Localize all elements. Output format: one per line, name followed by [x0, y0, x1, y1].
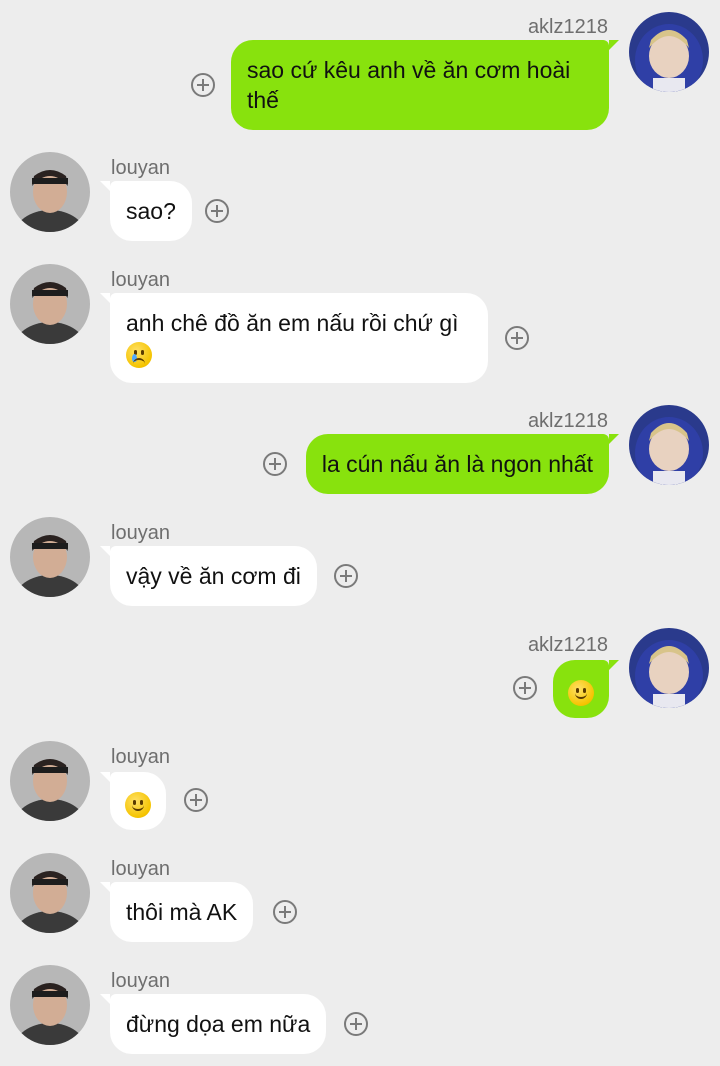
sender-name: louyan [111, 522, 170, 544]
message-text: vậy về ăn cơm đi [126, 563, 301, 589]
message-bubble[interactable]: vậy về ăn cơm đi [110, 546, 317, 606]
message-bubble[interactable]: sao cứ kêu anh về ăn cơm hoài thế [231, 40, 609, 130]
add-reaction-icon[interactable] [344, 1012, 368, 1036]
avatar[interactable] [10, 264, 90, 344]
message-bubble[interactable]: la cún nấu ăn là ngon nhất [305, 434, 609, 494]
bubble-tail [609, 40, 619, 50]
avatar[interactable] [10, 853, 90, 933]
bubble-tail [100, 994, 110, 1004]
bubble-tail [609, 434, 619, 444]
sender-name: louyan [111, 858, 170, 880]
sender-name: aklz1218 [527, 16, 608, 38]
add-reaction-icon[interactable] [334, 564, 358, 588]
bubble-tail [100, 546, 110, 556]
slightly-smiling-face-emoji [568, 679, 594, 706]
add-reaction-icon[interactable] [191, 73, 215, 97]
message-text: anh chê đồ ăn em nấu rồi chứ gì [126, 310, 459, 336]
add-reaction-icon[interactable] [505, 326, 529, 350]
crying-face-emoji [126, 341, 152, 368]
sender-name: louyan [111, 746, 170, 768]
sender-name: louyan [111, 157, 170, 179]
message-text: la cún nấu ăn là ngon nhất [321, 451, 593, 477]
message-text: sao cứ kêu anh về ăn cơm hoài thế [247, 57, 571, 113]
add-reaction-icon[interactable] [273, 900, 297, 924]
bubble-tail [100, 293, 110, 303]
avatar[interactable] [629, 12, 709, 92]
message-bubble[interactable] [553, 660, 609, 718]
message-text: thôi mà AK [126, 899, 238, 925]
message-text: đừng dọa em nữa [126, 1011, 311, 1037]
message-text: sao? [126, 198, 176, 224]
avatar[interactable] [10, 965, 90, 1045]
add-reaction-icon[interactable] [263, 452, 287, 476]
sender-name: aklz1218 [527, 410, 608, 432]
add-reaction-icon[interactable] [184, 788, 208, 812]
bubble-tail [100, 181, 110, 191]
avatar[interactable] [10, 517, 90, 597]
message-bubble[interactable]: anh chê đồ ăn em nấu rồi chứ gì [110, 293, 488, 383]
sender-name: louyan [111, 269, 170, 291]
avatar[interactable] [629, 405, 709, 485]
add-reaction-icon[interactable] [205, 199, 229, 223]
sender-name: louyan [111, 970, 170, 992]
avatar[interactable] [629, 628, 709, 708]
bubble-tail [100, 772, 110, 782]
bubble-tail [609, 660, 619, 670]
bubble-tail [100, 882, 110, 892]
sender-name: aklz1218 [527, 634, 608, 656]
add-reaction-icon[interactable] [513, 676, 537, 700]
message-bubble[interactable]: sao? [110, 181, 192, 241]
message-bubble[interactable]: đừng dọa em nữa [110, 994, 327, 1054]
avatar[interactable] [10, 741, 90, 821]
avatar[interactable] [10, 152, 90, 232]
message-bubble[interactable] [110, 772, 166, 830]
message-bubble[interactable]: thôi mà AK [110, 882, 254, 942]
slightly-smiling-face-emoji [125, 791, 151, 818]
